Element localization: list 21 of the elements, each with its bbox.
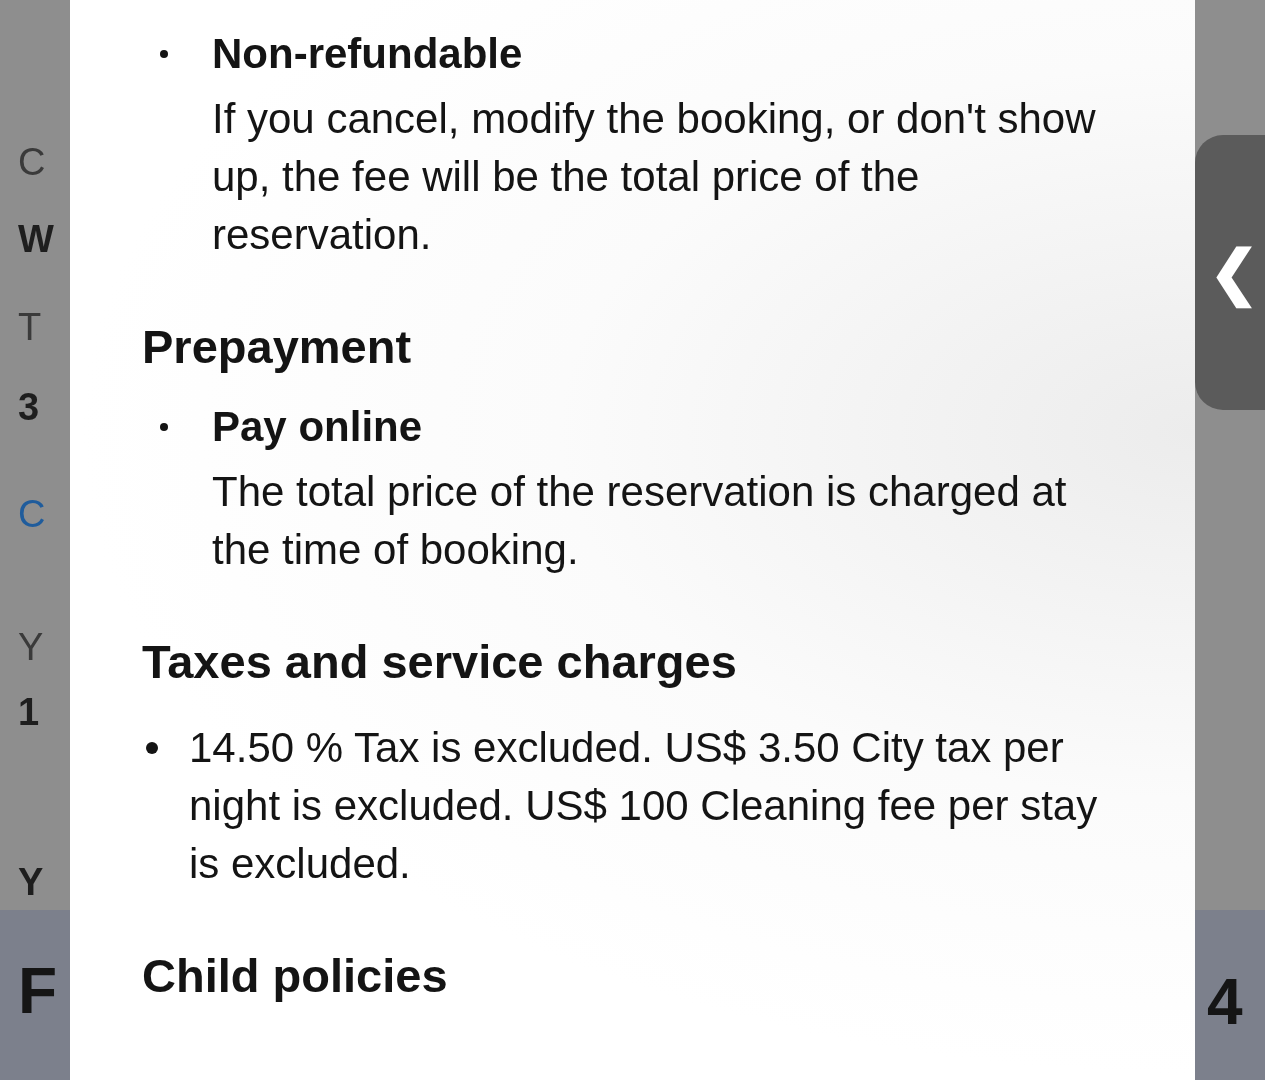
background-text: T xyxy=(18,308,43,346)
background-text: 4 xyxy=(1207,970,1243,1034)
policy-title: Pay online xyxy=(212,403,424,452)
side-tab[interactable]: ❮ xyxy=(1195,135,1265,410)
section-heading: Prepayment xyxy=(142,319,413,375)
section-heading: Taxes and service charges xyxy=(142,634,738,691)
background-text: Y xyxy=(18,628,45,666)
background-text: 3 xyxy=(18,388,41,426)
bullet-icon xyxy=(160,423,168,432)
policy-text: 14.50 % Tax is excluded. US$ 3.50 City tax per night is excluded. US$ 100 Cleaning fee per stay is excluded. xyxy=(189,722,1099,889)
policy-text: The total price of the reservation is charged at the time of booking. xyxy=(212,467,1068,576)
background-text: Y xyxy=(18,863,45,901)
policy-text: If you cancel, modify the booking, or don't show up, the fee will be the total price of the reservation. xyxy=(212,94,1097,260)
policy-title: Non-refundable xyxy=(212,30,524,78)
background-text: 1 xyxy=(18,693,41,731)
background-text: C xyxy=(18,143,47,181)
background-text: F xyxy=(18,959,59,1023)
bullet-icon xyxy=(146,741,158,754)
section-heading: Child policies xyxy=(142,947,449,1004)
bullet-icon xyxy=(160,50,168,58)
background-text: W xyxy=(18,220,55,258)
